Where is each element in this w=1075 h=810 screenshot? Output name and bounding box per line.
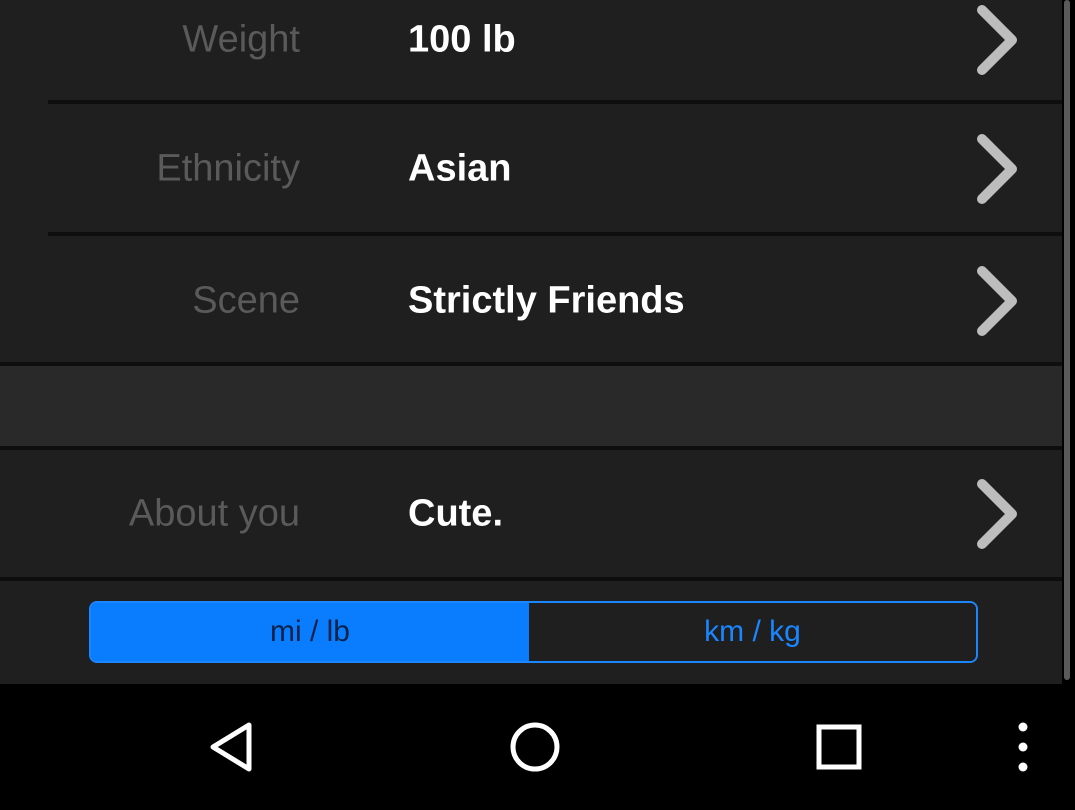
profile-row-scene[interactable]: Scene Strictly Friends	[0, 236, 1062, 366]
overflow-menu-button[interactable]	[978, 702, 1068, 792]
profile-row-about[interactable]: About you Cute.	[0, 450, 1062, 578]
row-label: Weight	[182, 18, 300, 61]
recents-icon	[816, 724, 862, 770]
row-label: Ethnicity	[156, 147, 300, 190]
chevron-right-icon	[977, 5, 1017, 75]
row-value: Strictly Friends	[408, 279, 685, 322]
back-button[interactable]	[188, 702, 278, 792]
units-toggle: mi / lb km / kg	[89, 601, 978, 663]
units-imperial-button[interactable]: mi / lb	[91, 603, 529, 661]
profile-row-weight[interactable]: Weight 100 lb	[0, 0, 1062, 105]
back-icon	[210, 722, 252, 772]
row-value: 100 lb	[408, 18, 516, 61]
profile-screen: Weight 100 lb Ethnicity Asian Scene Stri…	[0, 0, 1062, 684]
units-metric-button[interactable]: km / kg	[529, 603, 976, 661]
row-value: Cute.	[408, 492, 503, 535]
chevron-right-icon	[977, 479, 1017, 549]
scrollbar[interactable]	[1064, 0, 1070, 680]
recents-button[interactable]	[794, 702, 884, 792]
profile-row-ethnicity[interactable]: Ethnicity Asian	[0, 104, 1062, 234]
row-label: About you	[128, 492, 300, 535]
home-button[interactable]	[490, 702, 580, 792]
system-nav-bar	[0, 684, 1075, 810]
chevron-right-icon	[977, 266, 1017, 336]
chevron-right-icon	[977, 134, 1017, 204]
overflow-menu-icon	[1018, 722, 1028, 772]
row-label: Scene	[192, 279, 300, 322]
row-value: Asian	[408, 147, 512, 190]
home-icon	[510, 722, 560, 772]
section-gap	[0, 366, 1062, 446]
row-divider	[0, 577, 1062, 581]
